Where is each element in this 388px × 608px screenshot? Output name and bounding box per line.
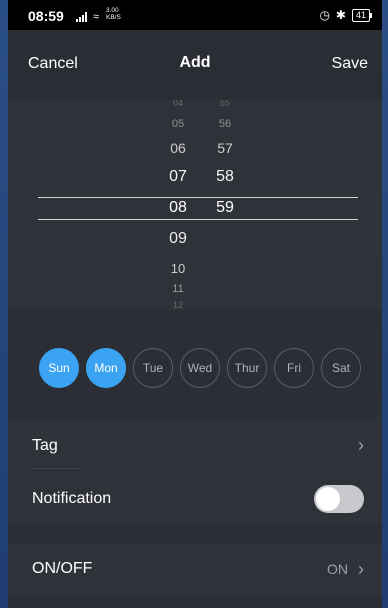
- picker-hour[interactable]: 08: [158, 199, 198, 217]
- chevron-right-icon: ›: [358, 559, 364, 579]
- notification-row: Notification: [8, 474, 382, 526]
- chevron-right-icon: ›: [358, 435, 364, 455]
- picker-row[interactable]: 04 55: [8, 100, 382, 118]
- picker-hour[interactable]: 07: [158, 168, 198, 186]
- bluetooth-icon: ✱: [335, 8, 346, 22]
- picker-row[interactable]: 08 59: [8, 199, 382, 219]
- tag-row[interactable]: Tag ›: [8, 418, 382, 474]
- onoff-value: ON: [327, 561, 348, 577]
- picker-minute[interactable]: 56: [205, 118, 245, 130]
- picker-hour[interactable]: 05: [158, 118, 198, 130]
- weekday-selector: Sun Mon Tue Wed Thur Fri Sat: [8, 330, 382, 400]
- status-icons-right: ◷ ✱ 41: [319, 8, 373, 22]
- day-sat-button[interactable]: Sat: [321, 348, 361, 388]
- alarm-icon: ◷: [319, 8, 330, 22]
- picker-minute[interactable]: 59: [205, 199, 245, 217]
- day-thur-button[interactable]: Thur: [227, 348, 267, 388]
- picker-minute[interactable]: 55: [205, 100, 245, 108]
- status-bar: 08:59 ≈ 3.00 KB/S ◷ ✱ 41: [8, 0, 382, 30]
- header-bar: Add Cancel Save: [8, 30, 382, 100]
- time-picker[interactable]: 04 55 05 56 06 57 07 58 08 59 09 10 11 12: [8, 100, 382, 310]
- tag-label: Tag: [32, 437, 58, 454]
- app-screen: 08:59 ≈ 3.00 KB/S ◷ ✱ 41 Add Cancel Save…: [8, 0, 382, 608]
- picker-hour[interactable]: 09: [158, 230, 198, 248]
- picker-selection-line-top: [38, 197, 358, 198]
- device-edge-left: [0, 0, 8, 608]
- picker-row[interactable]: 07 58: [8, 168, 382, 188]
- picker-hour[interactable]: 06: [158, 140, 198, 156]
- cancel-button[interactable]: Cancel: [28, 55, 78, 73]
- device-edge-right: [382, 0, 388, 608]
- picker-row[interactable]: 09: [8, 230, 382, 250]
- picker-row[interactable]: 06 57: [8, 140, 382, 160]
- wifi-icon: ≈: [93, 11, 100, 23]
- day-sun-button[interactable]: Sun: [39, 348, 79, 388]
- picker-row[interactable]: 05 56: [8, 118, 382, 138]
- day-tue-button[interactable]: Tue: [133, 348, 173, 388]
- toggle-knob: [316, 487, 340, 511]
- network-speed-unit: KB/S: [106, 14, 121, 21]
- save-button[interactable]: Save: [332, 55, 368, 73]
- day-wed-button[interactable]: Wed: [180, 348, 220, 388]
- onoff-label: ON/OFF: [32, 560, 93, 577]
- day-mon-button[interactable]: Mon: [86, 348, 126, 388]
- day-fri-button[interactable]: Fri: [274, 348, 314, 388]
- picker-hour[interactable]: 11: [158, 283, 198, 295]
- picker-row[interactable]: 12: [8, 300, 382, 310]
- picker-hour[interactable]: 10: [158, 261, 198, 276]
- battery-icon: 41: [351, 8, 373, 22]
- picker-minute[interactable]: 57: [205, 140, 245, 156]
- picker-row[interactable]: 10: [8, 261, 382, 281]
- status-time: 08:59: [28, 8, 64, 24]
- network-speed: 3.00 KB/S: [106, 7, 121, 21]
- network-speed-value: 3.00: [106, 7, 119, 14]
- onoff-row[interactable]: ON/OFF ON ›: [8, 544, 382, 596]
- picker-hour[interactable]: 04: [158, 100, 198, 108]
- row-divider: [32, 468, 80, 469]
- picker-minute[interactable]: 58: [205, 168, 245, 186]
- picker-hour[interactable]: 12: [158, 300, 198, 310]
- notification-toggle[interactable]: [314, 485, 364, 513]
- picker-selection-line-bottom: [38, 219, 358, 220]
- notification-label: Notification: [32, 490, 112, 507]
- signal-bars-icon: [76, 12, 90, 22]
